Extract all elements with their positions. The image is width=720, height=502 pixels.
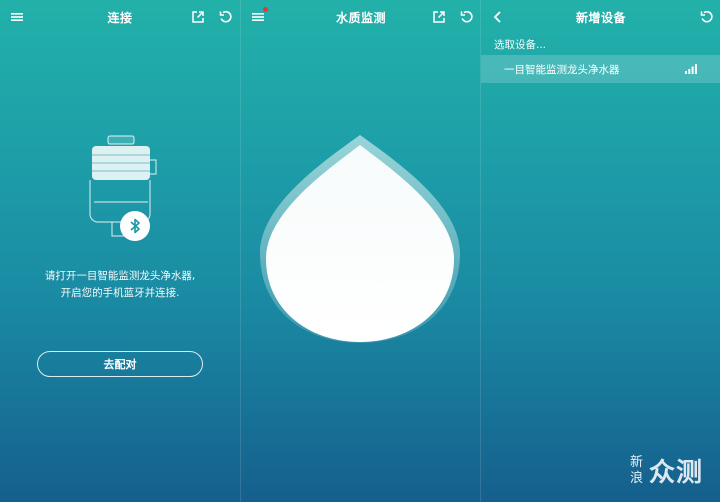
- device-list-item[interactable]: 一目智能监测龙头净水器: [481, 55, 720, 83]
- menu-icon[interactable]: [250, 7, 268, 25]
- searching-status: 选取设备...: [494, 39, 547, 51]
- refresh-icon[interactable]: [699, 9, 715, 25]
- watermark-small-bottom: 浪: [630, 470, 644, 486]
- back-icon[interactable]: [490, 9, 506, 25]
- water-top-bar: 水质监测: [241, 0, 480, 34]
- bluetooth-icon: [130, 218, 140, 234]
- connect-top-bar: 连接: [0, 0, 240, 34]
- refresh-icon[interactable]: [218, 9, 234, 25]
- device-name: 一目智能监测龙头净水器: [504, 64, 620, 76]
- share-icon[interactable]: [190, 9, 206, 25]
- watermark: 新 浪 众测: [630, 452, 703, 489]
- add-device-screen: 新增设备 选取设备... 一目智能监测龙头净水器: [480, 0, 720, 502]
- instruction-line-2: 开启您的手机蓝牙并连接.: [60, 287, 180, 299]
- page-title: 连接: [107, 11, 133, 25]
- page-title: 水质监测: [335, 11, 386, 25]
- share-icon[interactable]: [431, 9, 447, 25]
- page-title: 新增设备: [575, 11, 626, 25]
- watermark-small-top: 新: [630, 454, 644, 470]
- pair-button[interactable]: 去配对: [37, 351, 203, 377]
- watermark-main: 众测: [649, 458, 704, 488]
- water-drop: [260, 135, 460, 343]
- watermark-brand: 新 浪: [630, 455, 643, 487]
- refresh-icon[interactable]: [459, 9, 475, 25]
- notification-dot: [263, 7, 268, 12]
- instruction-line-1: 请打开一目智能监测龙头净水器,: [44, 270, 196, 282]
- menu-icon[interactable]: [9, 9, 25, 25]
- signal-icon: [685, 64, 697, 74]
- add-device-top-bar: 新增设备: [481, 0, 720, 34]
- connect-screen: 连接 请打开一目智能监测龙头净水器, 开启您的手机蓝牙并连接. 去配对: [0, 0, 240, 502]
- bluetooth-badge: [120, 211, 150, 241]
